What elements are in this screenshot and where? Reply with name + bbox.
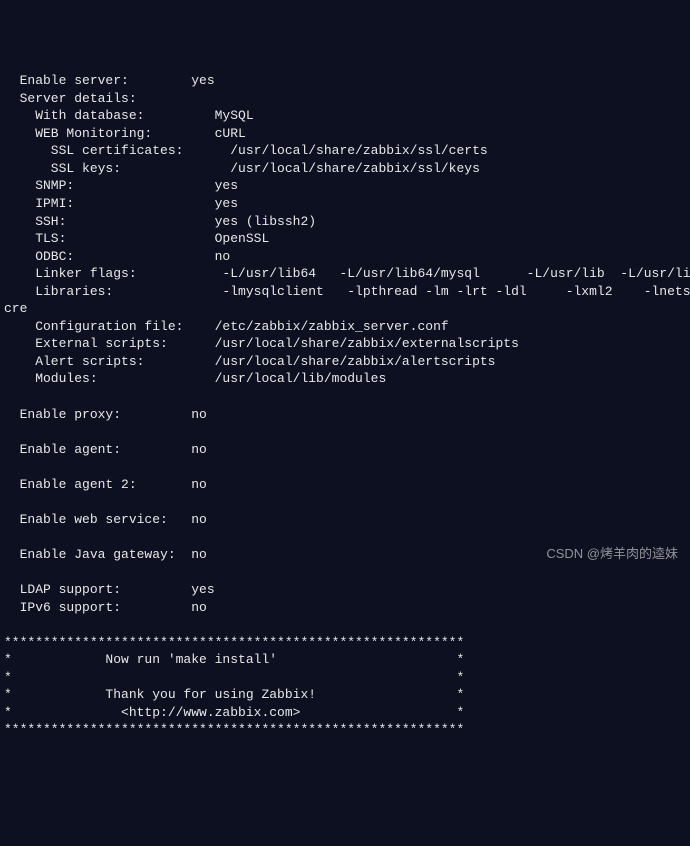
terminal-line: ****************************************… [4, 721, 686, 739]
terminal-line: Alert scripts: /usr/local/share/zabbix/a… [4, 353, 686, 371]
terminal-line: Enable agent 2: no [4, 476, 686, 494]
terminal-line: * <http://www.zabbix.com> * [4, 704, 686, 722]
terminal-line: TLS: OpenSSL [4, 230, 686, 248]
terminal-line: ****************************************… [4, 634, 686, 652]
terminal-line: Linker flags: -L/usr/lib64 -L/usr/lib64/… [4, 265, 686, 283]
terminal-line: SNMP: yes [4, 177, 686, 195]
watermark-text: CSDN @烤羊肉的逵妹 [546, 545, 678, 563]
terminal-line: WEB Monitoring: cURL [4, 125, 686, 143]
terminal-line: ODBC: no [4, 248, 686, 266]
terminal-line [4, 458, 686, 476]
terminal-line: Enable web service: no [4, 511, 686, 529]
terminal-line: Modules: /usr/local/lib/modules [4, 370, 686, 388]
terminal-line: SSL certificates: /usr/local/share/zabbi… [4, 142, 686, 160]
terminal-output: Enable server: yes Server details: With … [0, 70, 690, 741]
terminal-line: IPv6 support: no [4, 599, 686, 617]
terminal-line [4, 564, 686, 582]
terminal-line [4, 528, 686, 546]
terminal-line: Enable agent: no [4, 441, 686, 459]
terminal-line: * * [4, 669, 686, 687]
terminal-line: cre [4, 300, 686, 318]
terminal-line: Libraries: -lmysqlclient -lpthread -lm -… [4, 283, 686, 301]
terminal-line: Configuration file: /etc/zabbix/zabbix_s… [4, 318, 686, 336]
terminal-line: SSH: yes (libssh2) [4, 213, 686, 231]
terminal-line: External scripts: /usr/local/share/zabbi… [4, 335, 686, 353]
terminal-line: Server details: [4, 90, 686, 108]
terminal-line: Enable server: yes [4, 72, 686, 90]
terminal-line: * Now run 'make install' * [4, 651, 686, 669]
terminal-line: * Thank you for using Zabbix! * [4, 686, 686, 704]
terminal-line: IPMI: yes [4, 195, 686, 213]
terminal-line: With database: MySQL [4, 107, 686, 125]
terminal-line: SSL keys: /usr/local/share/zabbix/ssl/ke… [4, 160, 686, 178]
terminal-line: Enable proxy: no [4, 406, 686, 424]
terminal-line [4, 616, 686, 634]
terminal-line [4, 423, 686, 441]
terminal-line [4, 493, 686, 511]
terminal-line [4, 388, 686, 406]
terminal-line: LDAP support: yes [4, 581, 686, 599]
